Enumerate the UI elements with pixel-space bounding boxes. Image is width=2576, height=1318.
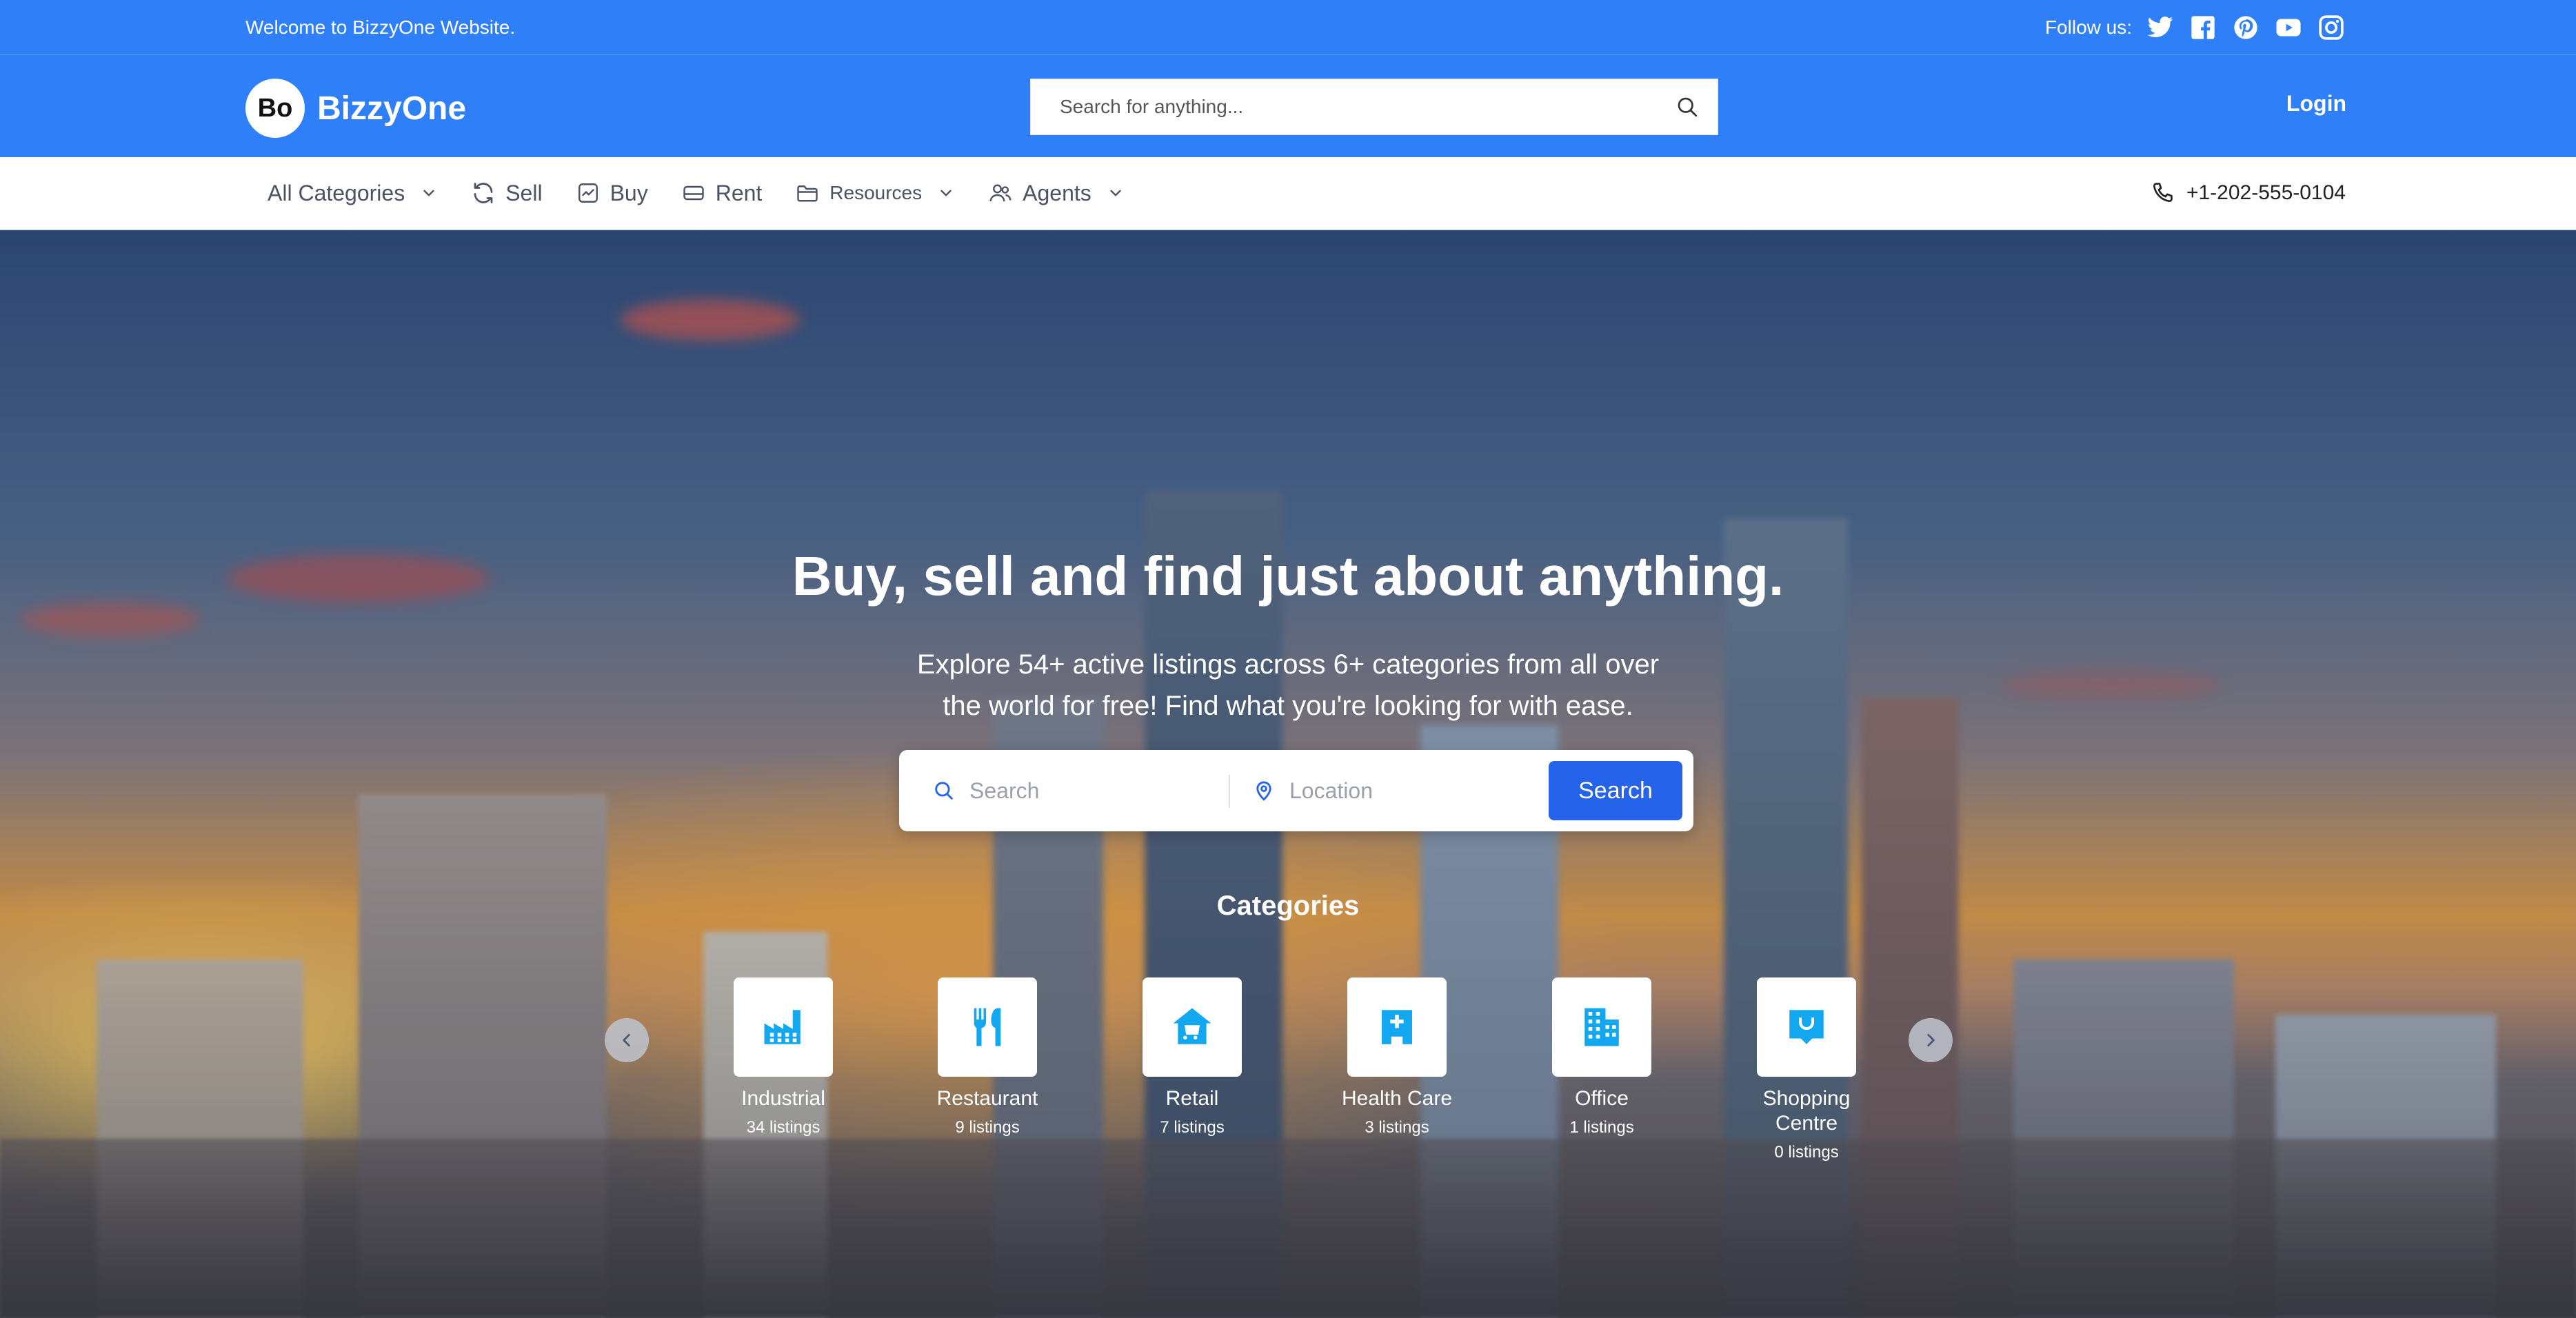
- instagram-icon[interactable]: [2317, 13, 2346, 42]
- factory-icon: [764, 1010, 801, 1044]
- nav-resources[interactable]: Resources: [795, 181, 955, 205]
- site-logo[interactable]: Bo BizzyOne: [245, 79, 466, 138]
- logo-text: BizzyOne: [317, 90, 467, 127]
- category-industrial[interactable]: Industrial 34 listings: [714, 977, 852, 1137]
- store-icon: [1173, 1008, 1211, 1044]
- categories-title: Categories: [1216, 891, 1360, 921]
- youtube-icon[interactable]: [2274, 13, 2303, 42]
- chevron-left-icon: [623, 1034, 630, 1046]
- logo-badge: Bo: [245, 79, 305, 138]
- phone-contact[interactable]: +1-202-555-0104: [2149, 157, 2346, 229]
- nav-label: Rent: [715, 180, 763, 205]
- utensils-icon: [974, 1008, 1001, 1046]
- facebook-icon[interactable]: [2188, 13, 2217, 42]
- categories-carousel: Industrial 34 listings Restaurant 9 list…: [714, 977, 1856, 1198]
- category-count: 0 listings: [1774, 1143, 1839, 1162]
- category-name: Health Care: [1341, 1087, 1453, 1110]
- phone-icon: [2153, 183, 2173, 203]
- category-count: 34 listings: [746, 1118, 821, 1137]
- location-pin-icon: [1256, 781, 1271, 801]
- chevron-down-icon: [1110, 190, 1121, 196]
- hero-search-bar: Search: [899, 750, 1693, 831]
- office-building-icon: [1584, 1008, 1619, 1046]
- chart-icon: [578, 183, 598, 203]
- hero-section: Buy, sell and find just about anything. …: [0, 230, 2576, 1318]
- card-icon: [683, 185, 704, 201]
- category-name: Industrial: [741, 1087, 825, 1110]
- nav-label: Resources: [829, 182, 923, 203]
- category-icon-tile: [1757, 977, 1856, 1077]
- search-icon: [935, 782, 953, 800]
- top-bar: Welcome to BizzyOne Website. Follow us:: [0, 0, 2576, 55]
- category-count: 7 listings: [1160, 1118, 1225, 1137]
- folder-icon: [797, 185, 818, 202]
- welcome-text: Welcome to BizzyOne Website.: [245, 17, 516, 38]
- category-icon-tile: [734, 977, 833, 1077]
- nav-rent[interactable]: Rent: [681, 180, 763, 206]
- header-search-box: [1030, 79, 1718, 135]
- twitter-icon[interactable]: [2146, 13, 2175, 42]
- social-links: Follow us:: [2045, 12, 2346, 43]
- category-count: 1 listings: [1569, 1118, 1634, 1137]
- field-divider: [1229, 775, 1230, 808]
- follow-label: Follow us:: [2044, 17, 2132, 38]
- category-icon-tile: [1347, 977, 1447, 1077]
- search-icon[interactable]: [1672, 92, 1702, 122]
- phone-number: +1-202-555-0104: [2186, 181, 2346, 204]
- category-name: Office: [1575, 1087, 1629, 1110]
- category-name: Shopping Centre: [1762, 1087, 1851, 1135]
- nav-all-categories[interactable]: All Categories: [268, 181, 438, 206]
- nav-sell[interactable]: Sell: [471, 180, 543, 206]
- login-link[interactable]: Login: [2286, 91, 2346, 116]
- main-header: Bo BizzyOne Login: [0, 55, 2576, 157]
- hospital-icon: [1382, 1010, 1412, 1044]
- hero-subtitle: Explore 54+ active listings across 6+ ca…: [916, 649, 1660, 721]
- category-count: 3 listings: [1365, 1118, 1429, 1137]
- chevron-right-icon: [1927, 1034, 1935, 1046]
- category-icon-tile: [1143, 977, 1242, 1077]
- chevron-down-icon: [423, 190, 434, 196]
- users-icon: [989, 184, 1012, 202]
- nav-label: Buy: [610, 180, 648, 205]
- carousel-prev-button[interactable]: [605, 1018, 649, 1062]
- location-field: [1252, 750, 1518, 831]
- keyword-search-input[interactable]: [968, 777, 1198, 804]
- category-health-care[interactable]: Health Care 3 listings: [1328, 977, 1466, 1137]
- nav-label: All Categories: [268, 180, 405, 205]
- carousel-next-button[interactable]: [1909, 1018, 1953, 1062]
- hero-title: Buy, sell and find just about anything.: [792, 545, 1784, 607]
- category-name: Retail: [1165, 1087, 1219, 1110]
- category-nav: All Categories Sell Buy Rent Resources A…: [0, 157, 2576, 230]
- nav-agents[interactable]: Agents: [988, 181, 1125, 206]
- category-count: 9 listings: [955, 1118, 1020, 1137]
- nav-label: Sell: [505, 180, 543, 205]
- category-icon-tile: [938, 977, 1037, 1077]
- keyword-field: [932, 750, 1198, 831]
- shopping-centre-icon: [1789, 1010, 1824, 1044]
- category-office[interactable]: Office 1 listings: [1533, 977, 1671, 1137]
- nav-buy[interactable]: Buy: [576, 181, 648, 206]
- category-restaurant[interactable]: Restaurant 9 listings: [918, 977, 1056, 1137]
- chevron-down-icon: [940, 190, 952, 196]
- category-name: Restaurant: [936, 1087, 1038, 1110]
- refresh-icon: [474, 183, 493, 203]
- category-icon-tile: [1552, 977, 1651, 1077]
- location-input[interactable]: [1288, 777, 1518, 804]
- category-retail[interactable]: Retail 7 listings: [1123, 977, 1261, 1137]
- header-search-input[interactable]: [1058, 95, 1672, 119]
- category-shopping-centre[interactable]: Shopping Centre 0 listings: [1738, 977, 1875, 1162]
- pinterest-icon[interactable]: [2231, 13, 2260, 42]
- nav-label: Agents: [1023, 180, 1091, 205]
- hero-search-button[interactable]: Search: [1549, 761, 1682, 820]
